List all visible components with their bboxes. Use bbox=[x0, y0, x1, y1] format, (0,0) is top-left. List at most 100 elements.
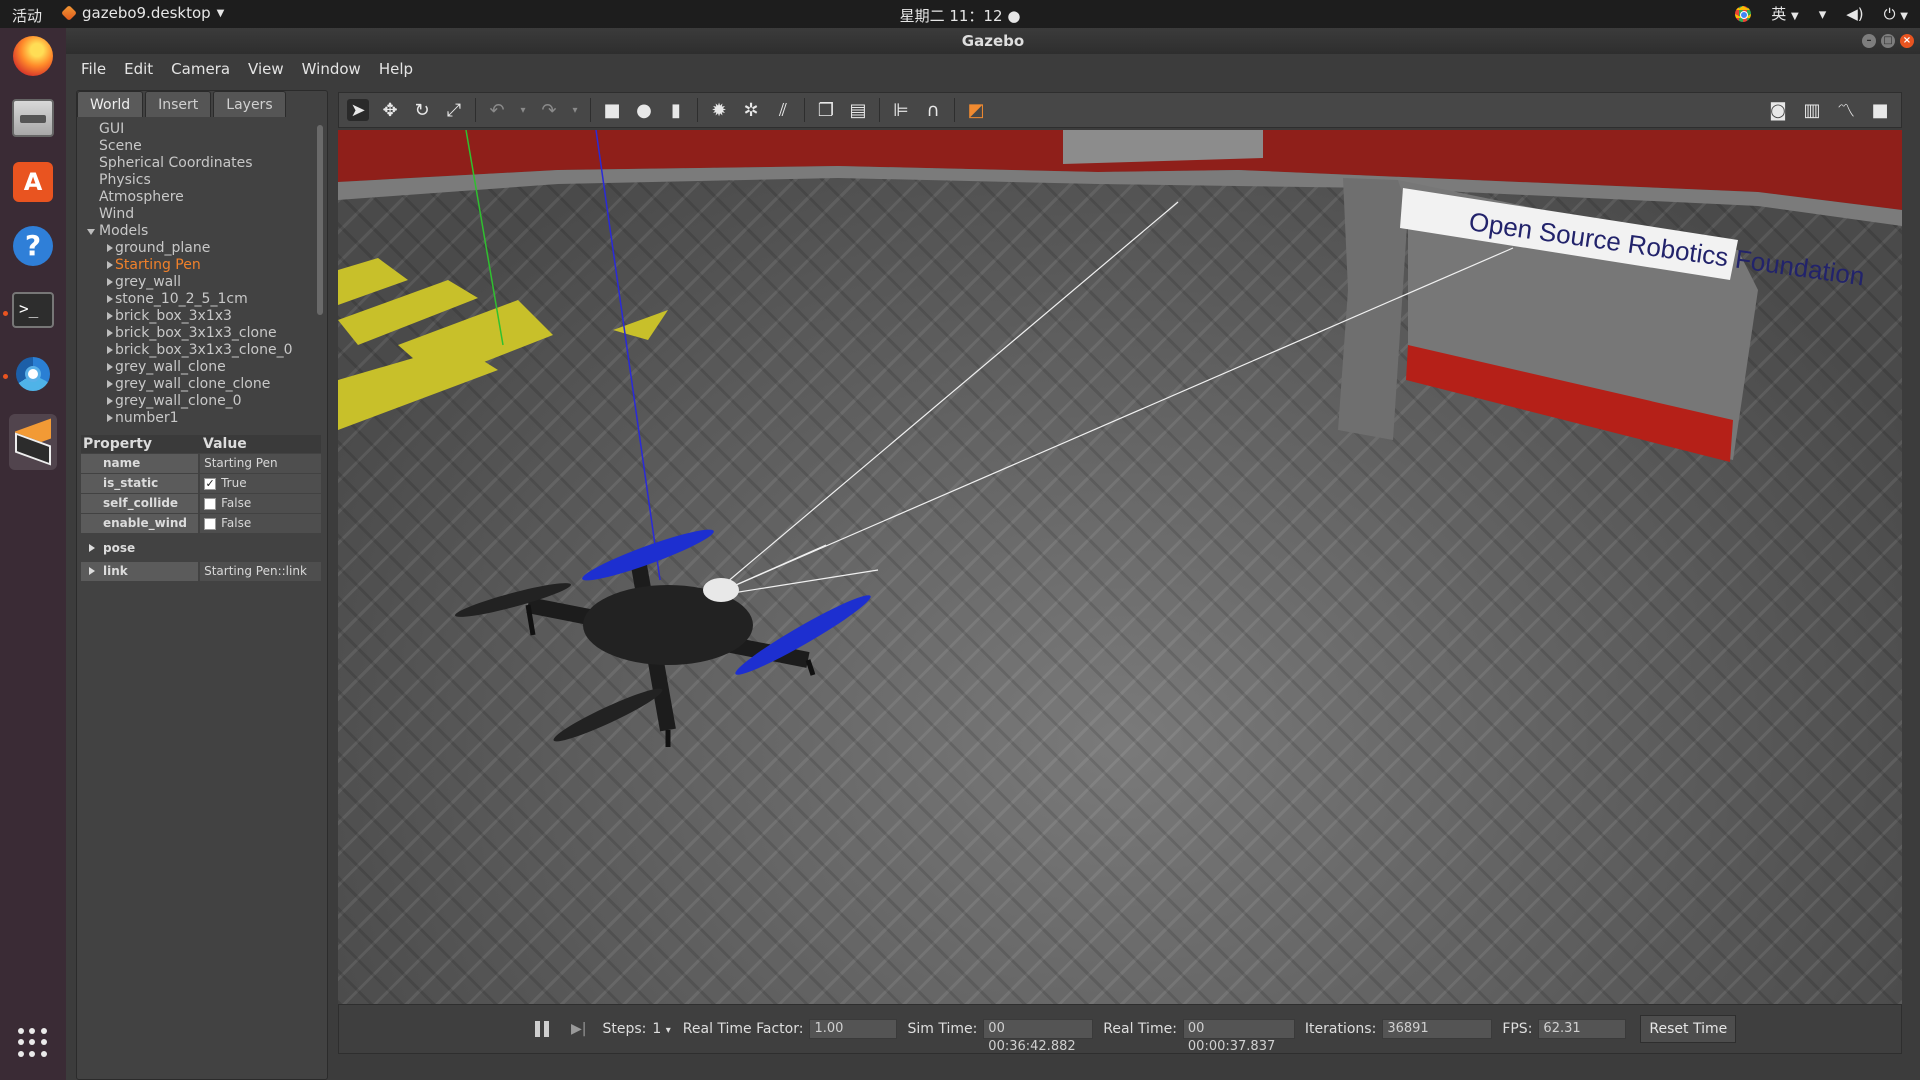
tree-scrollbar[interactable] bbox=[317, 125, 323, 315]
tree-model-item[interactable]: stone_10_2_5_1cm bbox=[79, 291, 315, 308]
directional-light-icon[interactable]: ⫽ bbox=[772, 99, 794, 121]
tree-model-item[interactable]: number1 bbox=[79, 410, 315, 427]
tree-item-scene[interactable]: Scene bbox=[79, 138, 315, 155]
tree-model-item[interactable]: grey_wall bbox=[79, 274, 315, 291]
tree-item-wind[interactable]: Wind bbox=[79, 206, 315, 223]
tab-world[interactable]: World bbox=[77, 91, 144, 117]
help-icon[interactable]: ? bbox=[9, 222, 57, 270]
dock: A ? >_ bbox=[0, 28, 66, 1080]
files-icon[interactable] bbox=[9, 94, 57, 142]
activities-button[interactable]: 活动 bbox=[12, 5, 42, 26]
iterations-field: 36891 bbox=[1382, 1019, 1493, 1039]
enable-wind-checkbox[interactable] bbox=[204, 517, 217, 530]
snap-icon[interactable]: ∩ bbox=[922, 99, 944, 121]
input-method-indicator[interactable]: 英 ▼ bbox=[1771, 3, 1799, 24]
redo-icon[interactable]: ↷ bbox=[538, 99, 560, 121]
tree-item-physics[interactable]: Physics bbox=[79, 172, 315, 189]
align-icon[interactable]: ⊫ bbox=[890, 99, 912, 121]
terminal-icon[interactable]: >_ bbox=[9, 286, 57, 334]
software-store-icon[interactable]: A bbox=[9, 158, 57, 206]
tree-model-item[interactable]: brick_box_3x1x3 bbox=[79, 308, 315, 325]
translate-icon[interactable]: ✥ bbox=[379, 99, 401, 121]
panel-tabs: World Insert Layers bbox=[77, 91, 327, 117]
box-icon[interactable]: ■ bbox=[601, 99, 623, 121]
scale-icon[interactable]: ⤢ bbox=[443, 99, 465, 121]
plot-icon[interactable]: 〽 bbox=[1835, 99, 1857, 122]
tree-model-item[interactable]: brick_box_3x1x3_clone bbox=[79, 325, 315, 342]
step-icon[interactable]: ▶| bbox=[571, 1021, 586, 1037]
3d-viewport[interactable]: Open Source Robotics Foundation bbox=[338, 130, 1902, 1004]
sphere-icon[interactable]: ● bbox=[633, 99, 655, 121]
tree-model-item[interactable]: ground_plane bbox=[79, 240, 315, 257]
name-value: Starting Pen bbox=[204, 456, 278, 470]
copy-icon[interactable]: ❐ bbox=[815, 99, 837, 121]
running-indicator bbox=[3, 311, 8, 316]
wifi-icon[interactable]: ▾ bbox=[1819, 5, 1827, 23]
minimize-icon[interactable]: – bbox=[1862, 34, 1876, 48]
main-toolbar: ➤ ✥ ↻ ⤢ ↶ ▾ ↷ ▾ ■ ● ▮ ✹ ✲ ⫽ ❐ ▤ ⊫ ∩ ◩ ◙ … bbox=[338, 92, 1902, 128]
steps-spinner[interactable]: 1 ▾ bbox=[652, 1021, 670, 1037]
app-menu[interactable]: gazebo9.desktop ▼ bbox=[61, 4, 224, 22]
chrome-indicator-icon[interactable] bbox=[1735, 5, 1752, 22]
close-icon[interactable]: × bbox=[1900, 34, 1914, 48]
maximize-icon[interactable]: □ bbox=[1881, 34, 1895, 48]
rotate-icon[interactable]: ↻ bbox=[411, 99, 433, 121]
chevron-down-icon[interactable]: ▾ bbox=[518, 99, 528, 121]
app-menu-label: gazebo9.desktop bbox=[82, 4, 211, 22]
property-group-pose[interactable]: pose bbox=[81, 539, 321, 558]
z-axis-line bbox=[595, 130, 661, 581]
tree-model-item-selected[interactable]: Starting Pen bbox=[79, 257, 315, 274]
rtf-label: Real Time Factor: bbox=[682, 1021, 804, 1037]
tab-insert[interactable]: Insert bbox=[145, 91, 212, 117]
real-time-field: 00 00:00:37.837 bbox=[1182, 1019, 1295, 1054]
spot-light-icon[interactable]: ✲ bbox=[740, 99, 762, 121]
tree-model-item[interactable]: grey_wall_clone bbox=[79, 359, 315, 376]
cylinder-icon[interactable]: ▮ bbox=[665, 99, 687, 121]
property-row-is-static: is_static ✓ True bbox=[81, 474, 321, 493]
sensor-ray bbox=[719, 569, 879, 596]
undo-icon[interactable]: ↶ bbox=[486, 99, 508, 121]
clock[interactable]: 星期二 11：12 bbox=[900, 7, 1003, 25]
volume-icon[interactable]: ◀) bbox=[1846, 5, 1863, 23]
select-arrow-icon[interactable]: ➤ bbox=[347, 99, 369, 121]
tree-model-item[interactable]: grey_wall_clone_clone bbox=[79, 376, 315, 393]
tree-item-spherical-coordinates[interactable]: Spherical Coordinates bbox=[79, 155, 315, 172]
firefox-icon[interactable] bbox=[9, 32, 57, 80]
view-angle-icon[interactable]: ◩ bbox=[965, 99, 987, 121]
chevron-down-icon: ▼ bbox=[1791, 11, 1799, 22]
system-top-bar: 活动 gazebo9.desktop ▼ 星期二 11：12 ● 英 ▼ ▾ ◀… bbox=[0, 0, 1920, 28]
tree-item-models[interactable]: Models bbox=[79, 223, 315, 240]
tab-layers[interactable]: Layers bbox=[213, 91, 286, 117]
menu-help[interactable]: Help bbox=[372, 56, 420, 82]
tree-item-atmosphere[interactable]: Atmosphere bbox=[79, 189, 315, 206]
tree-model-item[interactable]: grey_wall_clone_0 bbox=[79, 393, 315, 410]
power-icon[interactable]: ⏻ ▼ bbox=[1884, 5, 1908, 23]
paste-icon[interactable]: ▤ bbox=[847, 99, 869, 121]
world-tree: GUI Scene Spherical Coordinates Physics … bbox=[79, 121, 315, 433]
chromium-icon[interactable] bbox=[9, 350, 57, 398]
screenshot-icon[interactable]: ◙ bbox=[1767, 99, 1789, 121]
chevron-down-icon[interactable]: ▾ bbox=[570, 99, 580, 121]
fps-label: FPS: bbox=[1502, 1021, 1533, 1037]
property-group-link[interactable]: link Starting Pen::link bbox=[81, 562, 321, 581]
menu-camera[interactable]: Camera bbox=[164, 56, 237, 82]
property-header: Property Value bbox=[81, 435, 321, 453]
menu-file[interactable]: File bbox=[74, 56, 113, 82]
point-light-icon[interactable]: ✹ bbox=[708, 99, 730, 121]
left-panel: World Insert Layers GUI Scene Spherical … bbox=[76, 90, 328, 1080]
is-static-checkbox[interactable]: ✓ bbox=[204, 477, 217, 490]
tree-item-gui[interactable]: GUI bbox=[79, 121, 315, 138]
self-collide-checkbox[interactable] bbox=[204, 497, 217, 510]
tree-model-item[interactable]: brick_box_3x1x3_clone_0 bbox=[79, 342, 315, 359]
menu-view[interactable]: View bbox=[241, 56, 291, 82]
record-video-icon[interactable]: ■ bbox=[1869, 99, 1891, 121]
sensor-ray bbox=[719, 201, 1179, 589]
reset-time-button[interactable]: Reset Time bbox=[1640, 1015, 1737, 1043]
pause-icon[interactable] bbox=[535, 1021, 551, 1037]
menu-window[interactable]: Window bbox=[295, 56, 368, 82]
system-tray: 英 ▼ ▾ ◀) ⏻ ▼ bbox=[1735, 3, 1908, 24]
log-icon[interactable]: ▥ bbox=[1801, 99, 1823, 121]
show-apps-icon[interactable] bbox=[18, 1028, 48, 1058]
menu-edit[interactable]: Edit bbox=[117, 56, 160, 82]
gazebo-icon[interactable] bbox=[9, 414, 57, 470]
